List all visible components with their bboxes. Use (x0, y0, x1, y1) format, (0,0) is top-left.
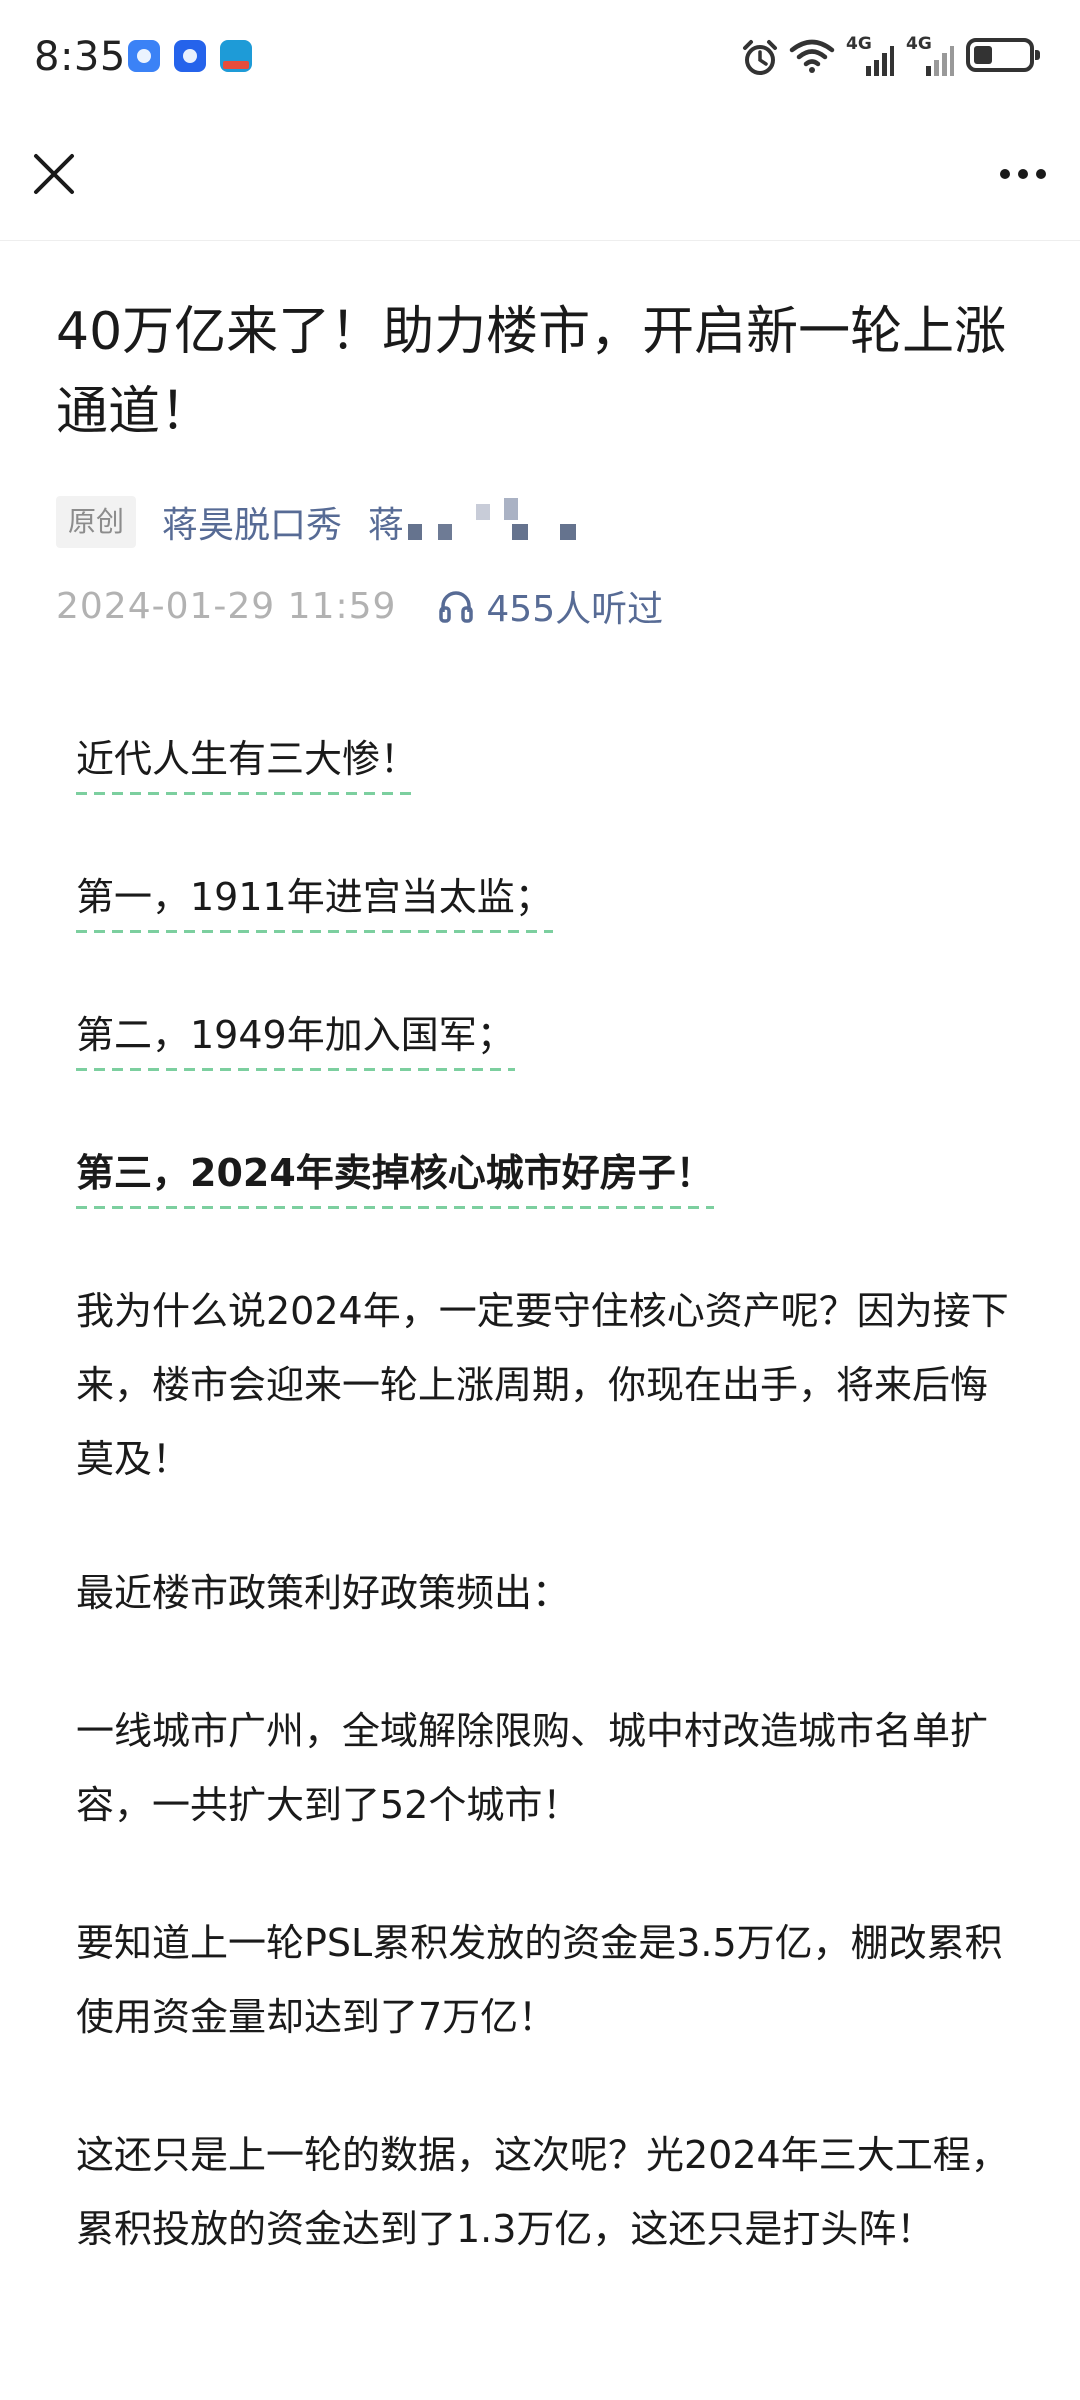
more-icon (1000, 169, 1046, 179)
close-button[interactable] (26, 146, 82, 202)
nav-bar (0, 118, 1080, 241)
paragraph-4: 第三，2024年卖掉核心城市好房子！ (76, 1136, 1016, 1210)
listen-button[interactable]: 455人听过 (436, 580, 663, 632)
close-icon (34, 154, 74, 194)
paragraph-9: 这还只是上一轮的数据，这次呢？光2024年三大工程，累积投放的资金达到了1.3万… (76, 2133, 1009, 2251)
original-badge: 原创 (56, 496, 137, 548)
signal-icon (866, 46, 894, 76)
paragraph-3: 第二，1949年加入国军； (76, 998, 1016, 1072)
paragraph-2-text: 第一，1911年进宫当太监； (76, 875, 553, 933)
listen-count: 455人听过 (486, 589, 664, 630)
signal-icon-2 (926, 46, 954, 76)
article-meta: 原创 蒋昊脱口秀 蒋 (56, 494, 608, 550)
app-notification-icon (128, 40, 160, 72)
alarm-icon (743, 40, 777, 75)
paragraph-4-text: 第三，2024年卖掉核心城市好房子！ (76, 1151, 714, 1209)
redacted-account-name (408, 494, 608, 550)
paragraph-3-text: 第二，1949年加入国军； (76, 1013, 515, 1071)
news-app-icon (220, 40, 252, 72)
paragraph-1-text: 近代人生有三大惨！ (76, 737, 419, 795)
paragraph-8: 要知道上一轮PSL累积发放的资金是3.5万亿，棚改累积使用资金量却达到了7万亿！ (76, 1921, 1003, 2039)
paragraph-2: 第一，1911年进宫当太监； (76, 860, 1016, 934)
paragraph-5: 我为什么说2024年，一定要守住核心资产呢？因为接下来，楼市会迎来一轮上涨周期，… (76, 1289, 1009, 1481)
publish-date: 2024-01-29 11:59 (56, 585, 397, 627)
paragraph-7: 一线城市广州，全域解除限购、城中村改造城市名单扩容，一共扩大到了52个城市！ (76, 1709, 989, 1827)
battery-icon (966, 38, 1040, 72)
author-link[interactable]: 蒋昊脱口秀 (162, 496, 342, 548)
headphones-icon (439, 591, 474, 623)
status-indicators: 4G 4G (743, 34, 1044, 78)
account-link[interactable]: 蒋 (368, 496, 404, 548)
paragraph-1: 近代人生有三大惨！ (76, 722, 1016, 796)
article-title: 40万亿来了！助力楼市，开启新一轮上涨通道！ (56, 302, 1007, 442)
status-time: 8:35 (34, 34, 126, 80)
wifi-icon (789, 39, 835, 73)
paragraph-6: 最近楼市政策利好政策频出： (76, 1571, 571, 1615)
article-date-row: 2024-01-29 11:59 455人听过 (56, 578, 663, 634)
status-bar: 8:35 4G 4G (0, 0, 1080, 118)
more-button[interactable] (988, 146, 1058, 202)
bulb-app-icon (174, 40, 206, 72)
